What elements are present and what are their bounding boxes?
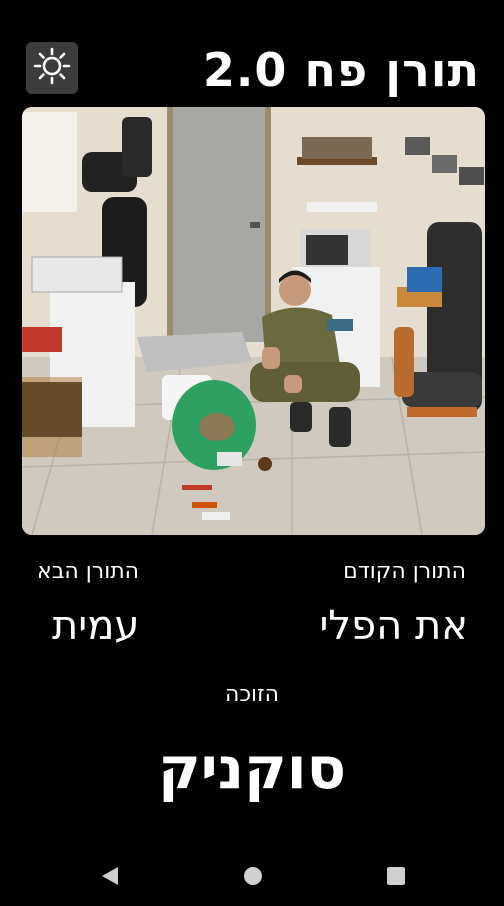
app-header: תורן פח 2.0 [0,0,504,100]
theme-toggle-button[interactable] [26,42,78,94]
nav-home-button[interactable] [239,864,267,892]
home-circle-icon [242,865,264,891]
previous-duty-name: את הפלי [319,603,468,649]
recents-square-icon [385,865,407,891]
system-nav-bar [0,850,504,906]
next-duty-name: עמית [52,603,140,649]
nav-back-button[interactable] [96,864,124,892]
winner-label: הזוכה [225,682,279,707]
app-title: תורן פח 2.0 [202,43,480,97]
duty-photo [22,107,485,535]
back-triangle-icon [99,865,121,891]
nav-recents-button[interactable] [382,864,410,892]
winner-name: סוקניק [157,734,347,802]
next-duty-label: התורן הבא [37,559,140,584]
previous-duty-label: התורן הקודם [343,559,466,584]
sun-icon [32,46,72,90]
